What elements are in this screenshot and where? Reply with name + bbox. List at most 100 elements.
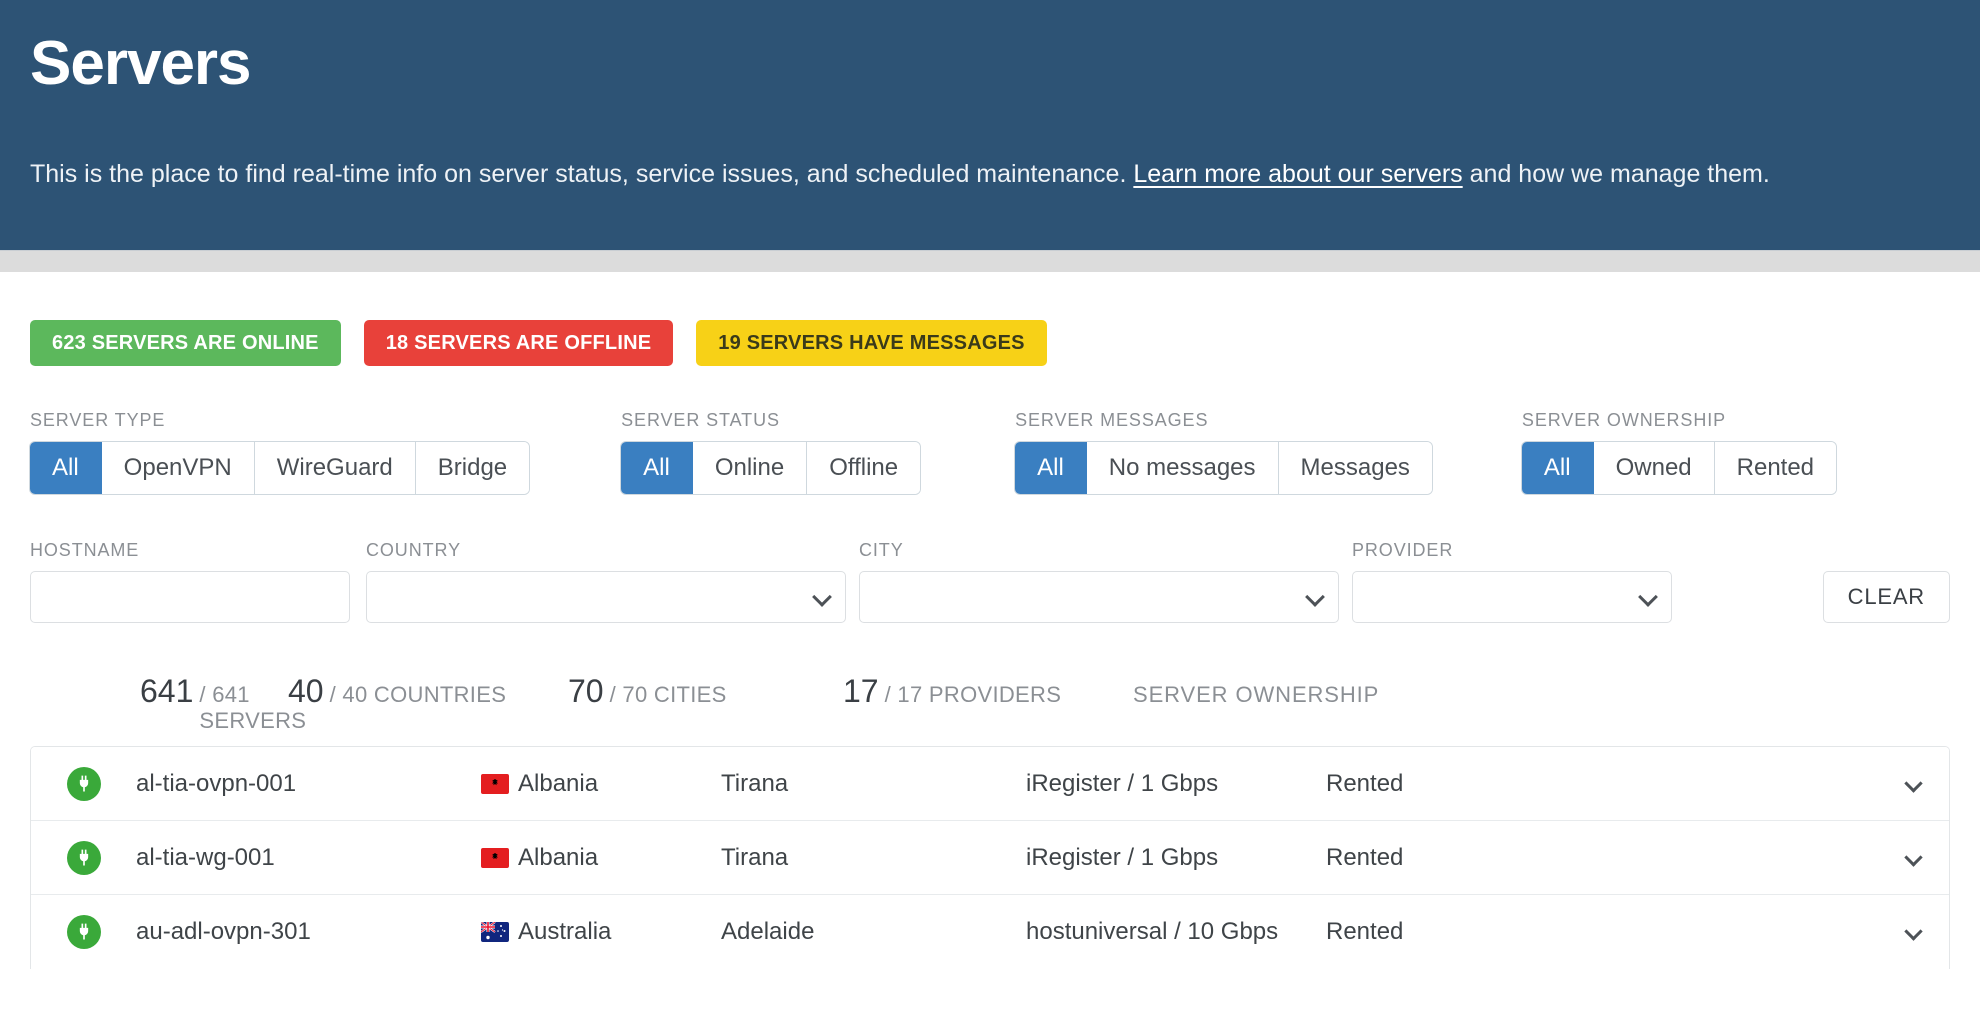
chevron-down-icon bbox=[1639, 588, 1657, 606]
filter-group-server-ownership: SERVER OWNERSHIP All Owned Rented bbox=[1521, 410, 1837, 494]
table-row[interactable]: al-tia-wg-001 Albania Tirana iRegister /… bbox=[31, 821, 1949, 895]
row-country-name: Australia bbox=[518, 918, 612, 945]
chevron-down-icon bbox=[1906, 924, 1922, 940]
table-row[interactable]: au-adl-ovpn-301 Australia Adelaide hostu… bbox=[31, 895, 1949, 969]
field-label-country: COUNTRY bbox=[366, 540, 461, 560]
filter-group-server-status: SERVER STATUS All Online Offline bbox=[621, 410, 921, 494]
description-text-after: and how we manage them. bbox=[1462, 160, 1770, 189]
summary-providers-count: 17 bbox=[843, 673, 879, 709]
row-ownership: Rented bbox=[1326, 843, 1404, 871]
flag-icon-al bbox=[481, 773, 509, 794]
seg-server-messages-none[interactable]: No messages bbox=[1086, 442, 1279, 494]
row-country-name: Albania bbox=[518, 769, 599, 797]
row-city: Adelaide bbox=[721, 918, 815, 945]
row-status-cell bbox=[31, 915, 136, 949]
row-expand-button[interactable] bbox=[1879, 850, 1949, 866]
filter-label-server-ownership: SERVER OWNERSHIP bbox=[1521, 410, 1727, 430]
seg-server-messages-all[interactable]: All bbox=[1015, 442, 1087, 494]
field-hostname: HOSTNAME bbox=[30, 540, 350, 623]
learn-more-link[interactable]: Learn more about our servers bbox=[1133, 160, 1462, 188]
column-header-server-ownership: SERVER OWNERSHIP bbox=[1133, 682, 1380, 707]
status-badge-offline: 18 SERVERS ARE OFFLINE bbox=[363, 320, 674, 366]
seg-server-status-all[interactable]: All bbox=[621, 442, 693, 494]
row-status-cell bbox=[31, 766, 136, 801]
select-provider[interactable] bbox=[1352, 571, 1672, 623]
page-hero: Servers This is the place to find real-t… bbox=[0, 0, 1980, 250]
row-expand-button[interactable] bbox=[1879, 924, 1949, 940]
chevron-down-icon bbox=[813, 588, 831, 606]
select-country[interactable] bbox=[366, 571, 846, 623]
field-label-hostname: HOSTNAME bbox=[30, 540, 140, 560]
row-hostname: al-tia-wg-001 bbox=[136, 843, 275, 871]
power-plug-icon bbox=[66, 840, 101, 875]
flag-icon-al bbox=[481, 847, 509, 868]
segmented-control-server-type: All OpenVPN WireGuard Bridge bbox=[30, 442, 530, 494]
row-ownership: Rented bbox=[1326, 769, 1404, 797]
seg-server-type-all[interactable]: All bbox=[30, 442, 102, 494]
seg-server-status-online[interactable]: Online bbox=[692, 442, 808, 494]
toggle-filter-row: SERVER TYPE All OpenVPN WireGuard Bridge… bbox=[0, 410, 1980, 494]
row-hostname: au-adl-ovpn-301 bbox=[136, 918, 311, 945]
seg-ownership-rented[interactable]: Rented bbox=[1714, 442, 1837, 494]
segmented-control-server-ownership: All Owned Rented bbox=[1521, 442, 1837, 494]
row-city: Tirana bbox=[721, 843, 789, 871]
field-label-provider: PROVIDER bbox=[1352, 540, 1454, 560]
seg-server-messages-messages[interactable]: Messages bbox=[1278, 442, 1432, 494]
chevron-down-icon bbox=[1906, 776, 1922, 792]
flag-icon-au bbox=[481, 922, 509, 942]
seg-server-type-wireguard[interactable]: WireGuard bbox=[254, 442, 416, 494]
field-filter-row: HOSTNAME COUNTRY CITY PROVIDER CLEAR bbox=[0, 540, 1980, 623]
row-provider: iRegister / 1 Gbps bbox=[1026, 769, 1219, 797]
segmented-control-server-messages: All No messages Messages bbox=[1015, 442, 1432, 494]
row-hostname: al-tia-ovpn-001 bbox=[136, 769, 297, 797]
row-provider: iRegister / 1 Gbps bbox=[1026, 843, 1219, 871]
chevron-down-icon bbox=[1906, 850, 1922, 866]
summary-countries: 40 / 40 COUNTRIES bbox=[288, 673, 568, 710]
segmented-control-server-status: All Online Offline bbox=[621, 442, 921, 494]
summary-cities: 70 / 70 CITIES bbox=[568, 673, 843, 710]
seg-server-status-offline[interactable]: Offline bbox=[807, 442, 921, 494]
summary-providers: 17 / 17 PROVIDERS bbox=[843, 673, 1133, 710]
page-title: Servers bbox=[30, 29, 252, 98]
field-label-city: CITY bbox=[859, 540, 904, 560]
summary-cities-total: / 70 CITIES bbox=[609, 682, 727, 707]
row-country-name: Albania bbox=[518, 843, 599, 871]
field-city: CITY bbox=[859, 540, 1339, 623]
servers-table: al-tia-ovpn-001 Albania Tirana iRegister… bbox=[30, 746, 1950, 969]
summary-providers-total: / 17 PROVIDERS bbox=[884, 682, 1062, 707]
seg-server-type-openvpn[interactable]: OpenVPN bbox=[101, 442, 255, 494]
summary-servers: 641 / 641 SERVERS bbox=[30, 673, 306, 734]
summary-servers-count: 641 bbox=[140, 673, 194, 709]
seg-server-type-bridge[interactable]: Bridge bbox=[415, 442, 530, 494]
results-summary: 641 / 641 SERVERS 40 / 40 COUNTRIES 70 /… bbox=[0, 673, 1980, 734]
description-text-before: This is the place to find real-time info… bbox=[30, 160, 1134, 189]
filter-group-server-type: SERVER TYPE All OpenVPN WireGuard Bridge bbox=[30, 410, 530, 494]
summary-cities-count: 70 bbox=[568, 673, 604, 709]
row-city: Tirana bbox=[721, 769, 789, 797]
field-country: COUNTRY bbox=[366, 540, 846, 623]
row-country: Albania bbox=[481, 770, 721, 798]
table-row[interactable]: al-tia-ovpn-001 Albania Tirana iRegister… bbox=[31, 747, 1949, 821]
row-provider: hostuniversal / 10 Gbps bbox=[1026, 918, 1279, 945]
select-city[interactable] bbox=[859, 571, 1339, 623]
status-badge-online: 623 SERVERS ARE ONLINE bbox=[30, 320, 341, 366]
search-input-hostname[interactable] bbox=[30, 571, 350, 623]
power-plug-icon bbox=[66, 915, 101, 949]
summary-countries-count: 40 bbox=[288, 673, 324, 709]
row-ownership: Rented bbox=[1326, 918, 1404, 945]
page-description: This is the place to find real-time info… bbox=[30, 157, 1950, 192]
row-expand-button[interactable] bbox=[1879, 776, 1949, 792]
summary-countries-total: / 40 COUNTRIES bbox=[329, 682, 507, 707]
status-badge-messages: 19 SERVERS HAVE MESSAGES bbox=[696, 320, 1047, 366]
filter-group-server-messages: SERVER MESSAGES All No messages Messages bbox=[1015, 410, 1432, 494]
chevron-down-icon bbox=[1306, 588, 1324, 606]
seg-ownership-owned[interactable]: Owned bbox=[1593, 442, 1715, 494]
filter-label-server-type: SERVER TYPE bbox=[30, 410, 166, 430]
filter-label-server-status: SERVER STATUS bbox=[621, 410, 780, 430]
clear-filters-button[interactable]: CLEAR bbox=[1822, 571, 1950, 623]
field-provider: PROVIDER bbox=[1352, 540, 1672, 623]
status-badges: 623 SERVERS ARE ONLINE 18 SERVERS ARE OF… bbox=[0, 272, 1980, 366]
seg-ownership-all[interactable]: All bbox=[1521, 442, 1594, 494]
row-country: Albania bbox=[481, 844, 721, 872]
hero-divider bbox=[0, 250, 1980, 272]
